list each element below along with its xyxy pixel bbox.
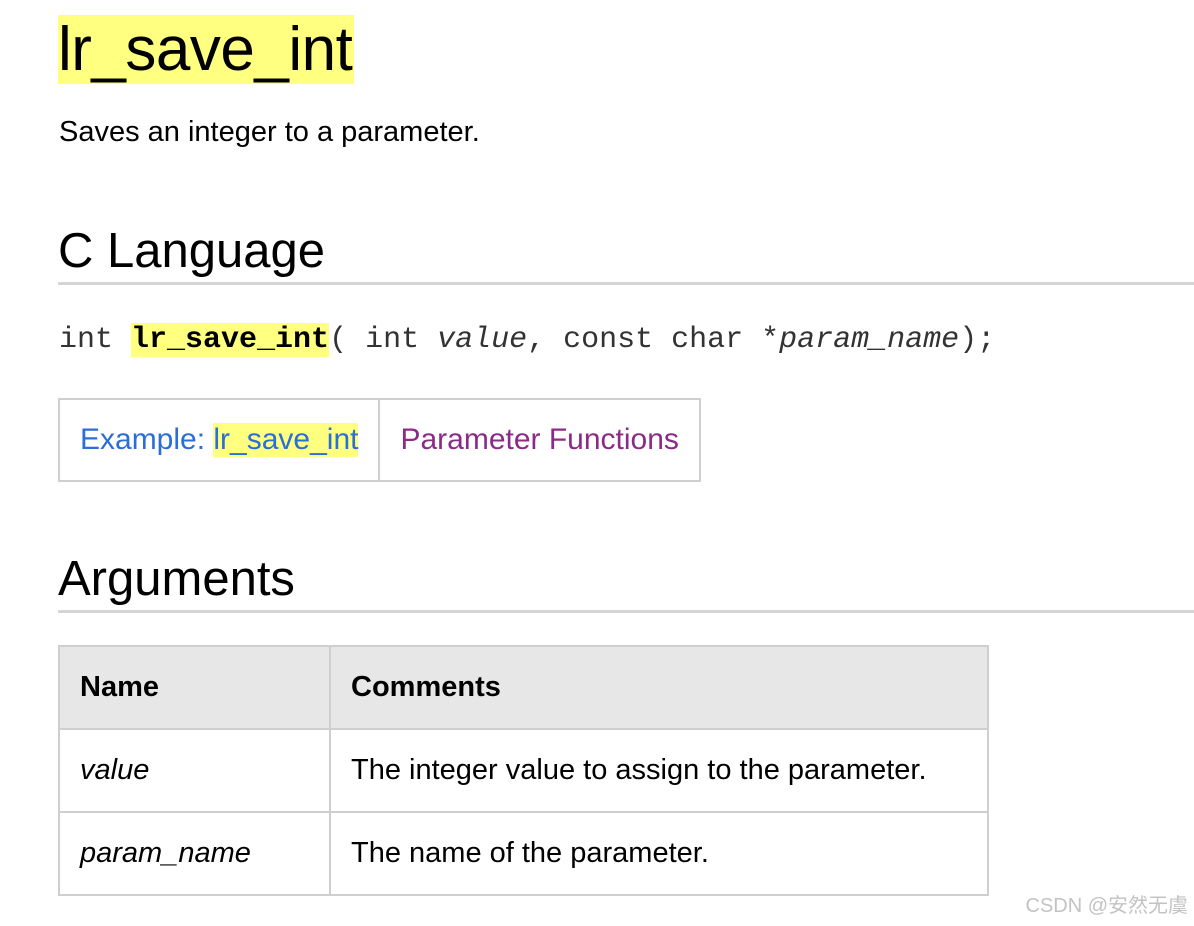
signature-return-type: int (59, 323, 132, 357)
table-row: value The integer value to assign to the… (58, 728, 989, 813)
signature-param-name: param_name (779, 323, 960, 357)
c-language-heading: C Language (58, 222, 1194, 285)
related-links: Example: lr_save_int Parameter Functions (58, 398, 701, 482)
arg-comment: The integer value to assign to the param… (329, 728, 989, 813)
signature-function-name: lr_save_int (131, 323, 330, 357)
arg-name: value (58, 728, 331, 813)
signature-middle: , const char * (527, 323, 780, 357)
header-comments: Comments (329, 645, 989, 730)
table-row: param_name The name of the parameter. (58, 811, 989, 896)
function-signature: int lr_save_int( int value, const char *… (59, 320, 995, 360)
summary-text: Saves an integer to a parameter. (59, 116, 480, 148)
arguments-table: Name Comments value The integer value to… (58, 645, 989, 896)
example-link-name: lr_save_int (213, 423, 359, 457)
page-title: lr_save_int (58, 8, 355, 92)
example-link[interactable]: Example: lr_save_int (60, 400, 378, 480)
signature-close: ); (959, 323, 996, 357)
arg-name: param_name (58, 811, 331, 896)
watermark: CSDN @安然无虞 (1025, 895, 1188, 917)
arguments-heading: Arguments (58, 550, 1194, 613)
example-link-prefix: Example: (80, 423, 214, 456)
signature-open: ( int (329, 323, 438, 357)
parameter-functions-link[interactable]: Parameter Functions (378, 400, 698, 480)
arg-comment: The name of the parameter. (329, 811, 989, 896)
header-name: Name (58, 645, 331, 730)
signature-param-value: value (437, 323, 528, 357)
table-header-row: Name Comments (58, 645, 989, 730)
page-title-text: lr_save_int (58, 15, 355, 84)
